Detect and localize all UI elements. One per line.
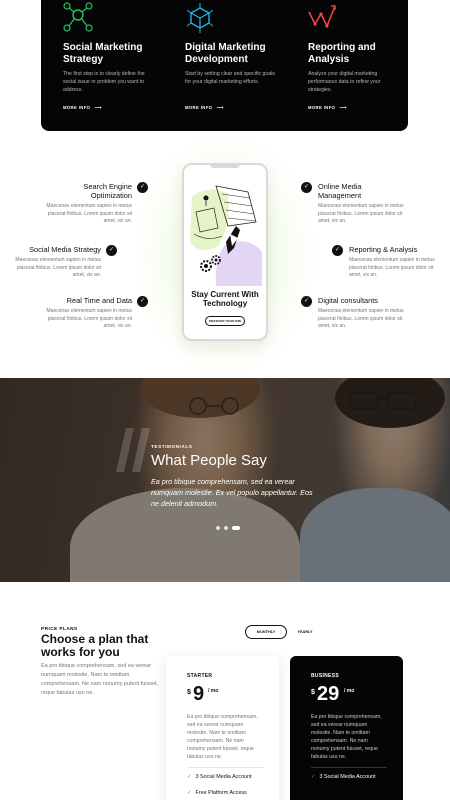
- feature-desc: Maecenas elementum sapien in metus place…: [318, 308, 404, 330]
- check-icon: ✓: [106, 245, 117, 256]
- plan-name: BUSINESS: [311, 673, 339, 679]
- section-desc: Ea pro tibique comprehensam, sed ea vere…: [41, 663, 159, 696]
- feature-desc: Maecenas elementum sapien in metus place…: [46, 203, 132, 225]
- service-title: Social Marketing Strategy: [63, 42, 143, 65]
- feature-consultants: Digital consultants Maecenas elementum s…: [318, 296, 414, 331]
- plan-period: / mo: [344, 688, 355, 694]
- section-heading: Choose a plan that works for you: [41, 632, 149, 659]
- plan-desc: Ea pro tibique comprehensam, sed ea vere…: [311, 714, 382, 760]
- slider-dot[interactable]: [216, 526, 220, 530]
- arrow-right-icon: ⟶: [94, 105, 102, 111]
- feature-desc: Maecenas elementum sapien in metus place…: [349, 257, 435, 279]
- check-icon: ✓: [137, 296, 148, 307]
- service-title: Reporting and Analysis: [308, 42, 376, 65]
- testimonial-quote: Ea pro tibique comprehensam, sed ea vere…: [151, 477, 313, 508]
- section-heading: What People Say: [151, 452, 267, 469]
- feature-seo: Search Engine Optimization Maecenas elem…: [46, 182, 132, 226]
- feature-real-time: Real Time and Data Maecenas elementum sa…: [36, 296, 132, 331]
- plan-currency: $: [311, 689, 315, 696]
- plan-desc: Ea pro tibique comprehensam, sed ea vere…: [187, 714, 258, 760]
- more-info-label: MORE INFO: [63, 105, 91, 110]
- check-icon: ✓: [137, 182, 148, 193]
- discover-button[interactable]: DISCOVER YOUR SITE: [205, 316, 245, 326]
- check-icon: ✓: [301, 182, 312, 193]
- yearly-toggle[interactable]: YEARLY: [292, 625, 318, 639]
- network-icon: [63, 2, 93, 32]
- section-label: TESTIMONIALS: [151, 444, 193, 449]
- feature-title: Digital consultants: [318, 296, 378, 305]
- check-icon: ✓: [332, 245, 343, 256]
- testimonials-section: TESTIMONIALS What People Say Ea pro tibi…: [0, 378, 450, 582]
- plan-card-starter: STARTER $ 9 / mo Ea pro tibique comprehe…: [166, 656, 279, 800]
- services-card: Social Marketing Strategy The first step…: [41, 0, 408, 131]
- plan-feature-label: Free Platform Access: [195, 790, 247, 796]
- quote-icon: [116, 428, 150, 472]
- divider: [187, 767, 263, 768]
- divider: [311, 767, 387, 768]
- service-desc: Analyze your digital marketing performan…: [308, 71, 381, 93]
- more-info-link[interactable]: MORE INFO ⟶: [185, 105, 224, 111]
- plan-feature: ✓ 3 Social Media Account: [311, 774, 376, 780]
- service-desc: Start by setting clear and specific goal…: [185, 71, 275, 85]
- check-icon: ✓: [187, 774, 192, 780]
- plan-feature: ✓ Free Platform Access: [187, 790, 247, 796]
- plan-card-business: BUSINESS $ 29 / mo Ea pro tibique compre…: [290, 656, 403, 800]
- check-icon: ✓: [311, 774, 316, 780]
- feature-title: Reporting & Analysis: [349, 245, 418, 254]
- plan-feature-label: 3 Social Media Account: [195, 774, 252, 780]
- plan-feature-label: 3 Social Media Account: [319, 774, 376, 780]
- plan-period: / mo: [208, 688, 219, 694]
- arrow-right-icon: ⟶: [216, 105, 224, 111]
- slider-dot[interactable]: [224, 526, 228, 530]
- page: Social Marketing Strategy The first step…: [0, 0, 450, 800]
- check-icon: ✓: [301, 296, 312, 307]
- plan-price: 9: [193, 683, 205, 705]
- more-info-label: MORE INFO: [185, 105, 213, 110]
- service-title: Digital Marketing Development: [185, 42, 266, 65]
- feature-desc: Maecenas elementum sapien in metus place…: [15, 257, 101, 279]
- phone-title: Stay Current With Technology: [191, 290, 259, 308]
- feature-title: Search Engine Optimization: [83, 182, 132, 200]
- more-info-link[interactable]: MORE INFO ⟶: [63, 105, 102, 111]
- slider-dot-active[interactable]: [232, 526, 240, 530]
- plan-name: STARTER: [187, 673, 213, 679]
- feature-title: Social Media Strategy: [29, 245, 101, 254]
- feature-reporting: Reporting & Analysis Maecenas elementum …: [349, 245, 445, 280]
- feature-online-media: Online Media Management Maecenas element…: [318, 182, 414, 226]
- phone-notch: [210, 164, 240, 168]
- plan-price: 29: [317, 683, 340, 705]
- check-icon: ✓: [187, 790, 192, 796]
- monthly-toggle[interactable]: MONTHLY: [245, 625, 287, 639]
- trend-chart-icon: [308, 5, 336, 28]
- feature-title: Online Media Management: [318, 182, 362, 200]
- arrow-right-icon: ⟶: [339, 105, 347, 111]
- technology-illustration: [190, 185, 262, 286]
- plan-feature: ✓ 3 Social Media Account: [187, 774, 252, 780]
- more-info-link[interactable]: MORE INFO ⟶: [308, 105, 347, 111]
- service-desc: The first step is to clearly define the …: [63, 71, 145, 93]
- feature-desc: Maecenas elementum sapien in metus place…: [318, 203, 404, 225]
- more-info-label: MORE INFO: [308, 105, 336, 110]
- feature-social-media: Social Media Strategy Maecenas elementum…: [5, 245, 101, 280]
- feature-desc: Maecenas elementum sapien in metus place…: [46, 308, 132, 330]
- plan-currency: $: [187, 689, 191, 696]
- cube-icon: [186, 3, 214, 33]
- feature-title: Real Time and Data: [66, 296, 132, 305]
